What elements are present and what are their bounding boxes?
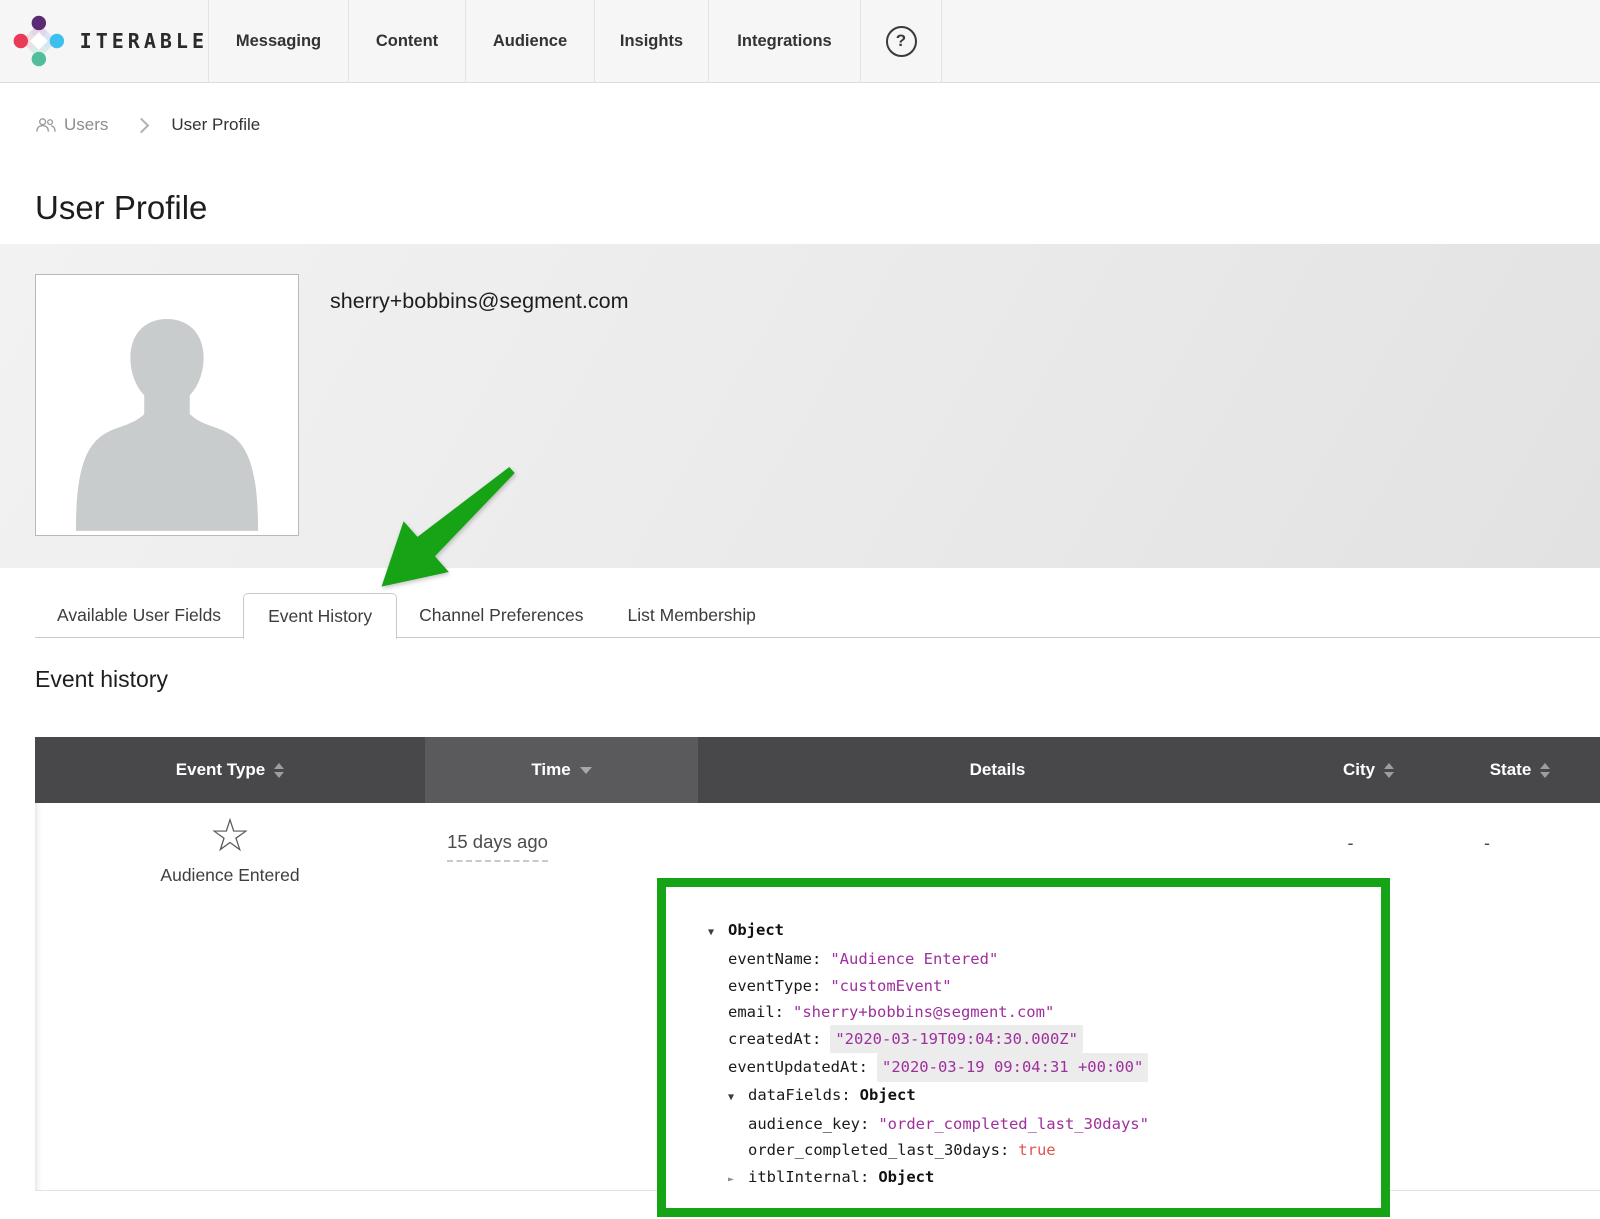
- json-value-highlighted: "2020-03-19T09:04:30.000Z": [830, 1025, 1083, 1053]
- column-label: Event Type: [176, 760, 265, 780]
- tab-available-user-fields[interactable]: Available User Fields: [35, 593, 243, 638]
- object-label: Object: [878, 1164, 934, 1190]
- json-value: true: [1018, 1137, 1055, 1163]
- object-label: Object: [728, 917, 784, 943]
- object-label: Object: [860, 1082, 916, 1108]
- help-icon: ?: [886, 26, 917, 57]
- json-line-audience-key: audience_key: "order_completed_last_30da…: [708, 1111, 1365, 1137]
- column-label: State: [1490, 760, 1532, 780]
- sort-icon: [274, 763, 284, 778]
- json-line-email: email: "sherry+bobbins@segment.com": [708, 999, 1365, 1025]
- json-key: order_completed_last_30days:: [748, 1137, 1009, 1163]
- json-key: dataFields:: [748, 1082, 851, 1108]
- table-row: ☆ Audience Entered 15 days ago - - ▼ Obj…: [35, 803, 1600, 1191]
- breadcrumb-current: User Profile: [171, 115, 260, 135]
- details-json-panel: ▼ Object eventName: "Audience Entered" e…: [657, 878, 1390, 1217]
- top-navbar: ITERABLE Messaging Content Audience Insi…: [0, 0, 1600, 83]
- json-value: "customEvent": [830, 973, 951, 999]
- sort-desc-icon: [580, 767, 592, 774]
- json-line-eventname: eventName: "Audience Entered": [708, 946, 1365, 972]
- collapse-toggle-icon[interactable]: ▼: [708, 920, 728, 946]
- json-value: "sherry+bobbins@segment.com": [793, 999, 1054, 1025]
- breadcrumb-users-link[interactable]: Users: [64, 115, 108, 135]
- json-line-order-completed: order_completed_last_30days: true: [708, 1137, 1365, 1163]
- json-key: createdAt:: [728, 1026, 821, 1052]
- sort-icon: [1384, 763, 1394, 778]
- state-cell: -: [1440, 803, 1600, 1190]
- profile-tabs: Available User Fields Event History Chan…: [35, 593, 1600, 638]
- table-header-row: Event Type Time Details City State: [35, 737, 1600, 803]
- json-value-highlighted: "2020-03-19 09:04:31 +00:00": [877, 1053, 1148, 1081]
- nav-item-integrations[interactable]: Integrations: [708, 0, 860, 82]
- user-profile-page: ITERABLE Messaging Content Audience Insi…: [0, 0, 1600, 1219]
- json-tree: ▼ Object eventName: "Audience Entered" e…: [666, 887, 1381, 1193]
- event-history-table: Event Type Time Details City State ☆: [35, 737, 1600, 1191]
- avatar: [35, 274, 299, 536]
- column-label: Time: [531, 760, 570, 780]
- json-line-itblinternal: ► itblInternal: Object: [708, 1164, 1365, 1193]
- iterable-logo-icon: [10, 10, 68, 72]
- nav-item-audience[interactable]: Audience: [465, 0, 594, 82]
- json-line-createdat: createdAt: "2020-03-19T09:04:30.000Z": [708, 1025, 1365, 1053]
- column-header-time[interactable]: Time: [425, 737, 698, 803]
- event-type-label: Audience Entered: [160, 865, 299, 886]
- expand-toggle-icon[interactable]: ►: [728, 1167, 748, 1193]
- tab-channel-preferences[interactable]: Channel Preferences: [397, 593, 605, 638]
- users-icon: [35, 117, 56, 133]
- json-key: itblInternal:: [748, 1164, 869, 1190]
- brand-name: ITERABLE: [80, 29, 208, 53]
- event-type-cell: ☆ Audience Entered: [35, 803, 425, 1190]
- column-header-city[interactable]: City: [1297, 737, 1440, 803]
- json-value: "order_completed_last_30days": [878, 1111, 1149, 1137]
- avatar-silhouette-icon: [68, 303, 266, 531]
- page-title: User Profile: [35, 191, 1600, 225]
- profile-hero: sherry+bobbins@segment.com: [0, 244, 1600, 568]
- json-line-eventupdatedat: eventUpdatedAt: "2020-03-19 09:04:31 +00…: [708, 1053, 1365, 1081]
- breadcrumb-chevron-icon: [134, 117, 150, 133]
- json-key: audience_key:: [748, 1111, 869, 1137]
- tab-list-membership[interactable]: List Membership: [606, 593, 778, 638]
- brand-logo[interactable]: ITERABLE: [0, 0, 208, 82]
- column-header-state[interactable]: State: [1440, 737, 1600, 803]
- json-key: eventName:: [728, 946, 821, 972]
- star-icon: ☆: [209, 809, 250, 862]
- help-button[interactable]: ?: [860, 0, 942, 82]
- column-label: City: [1343, 760, 1375, 780]
- nav-item-insights[interactable]: Insights: [594, 0, 708, 82]
- json-value: "Audience Entered": [830, 946, 998, 972]
- json-line-datafields: ▼ dataFields: Object: [708, 1082, 1365, 1111]
- json-key: email:: [728, 999, 784, 1025]
- relative-time[interactable]: 15 days ago: [447, 831, 548, 862]
- json-line-eventtype: eventType: "customEvent": [708, 973, 1365, 999]
- json-key: eventType:: [728, 973, 821, 999]
- column-header-event-type[interactable]: Event Type: [35, 737, 425, 803]
- sort-icon: [1540, 763, 1550, 778]
- column-header-details: Details: [698, 737, 1297, 803]
- profile-email: sherry+bobbins@segment.com: [330, 289, 628, 314]
- event-history-heading: Event history: [35, 666, 1600, 692]
- nav-item-content[interactable]: Content: [348, 0, 465, 82]
- nav-item-messaging[interactable]: Messaging: [208, 0, 348, 82]
- tab-event-history[interactable]: Event History: [243, 593, 397, 639]
- collapse-toggle-icon[interactable]: ▼: [728, 1085, 748, 1111]
- breadcrumb: Users User Profile: [35, 115, 1600, 135]
- json-key: eventUpdatedAt:: [728, 1054, 868, 1080]
- json-line-root: ▼ Object: [708, 917, 1365, 946]
- column-label: Details: [970, 760, 1026, 780]
- state-value: -: [1484, 833, 1490, 854]
- city-value: -: [1348, 833, 1354, 854]
